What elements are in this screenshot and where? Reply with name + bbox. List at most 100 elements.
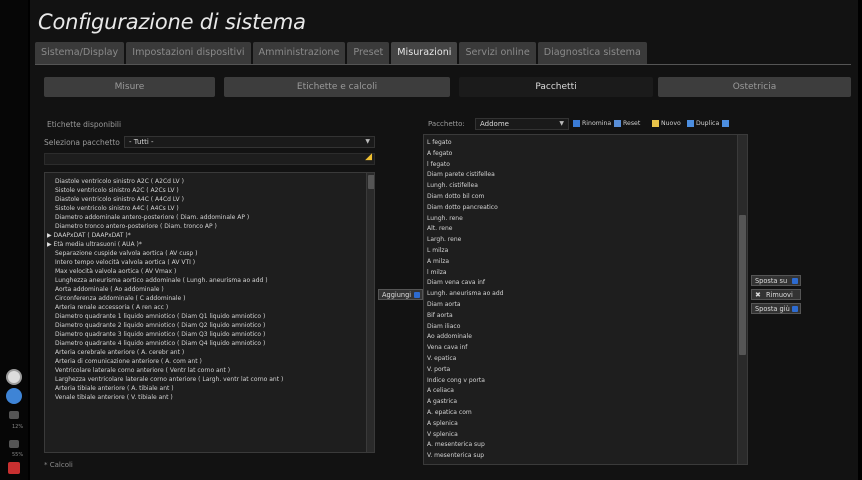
tab-amministrazione[interactable]: Amministrazione <box>252 42 346 64</box>
subtab-misure[interactable]: Misure <box>44 77 215 97</box>
list-item[interactable]: Bif aorta <box>427 311 453 320</box>
list-item[interactable]: Diametro tronco antero-posteriore ( Diam… <box>55 222 217 231</box>
list-item[interactable]: Max velocità valvola aortica ( AV Vmax ) <box>55 267 176 276</box>
list-item[interactable]: Arteria renale accessoria ( A ren acc ) <box>55 303 168 312</box>
list-item[interactable]: Diametro addominale antero-posteriore ( … <box>55 213 249 222</box>
page-title: Configurazione di sistema <box>38 10 306 34</box>
copy-icon <box>722 119 730 127</box>
tab-impostazioni-dispositivi[interactable]: Impostazioni dispositivi <box>126 42 251 64</box>
list-item[interactable]: V. epatica <box>427 354 456 363</box>
list-item[interactable]: Vena cava inf <box>427 343 467 352</box>
right-scroll-thumb[interactable] <box>739 215 746 355</box>
add-button-label: Aggiungi <box>382 291 412 299</box>
list-item[interactable]: Diam dotto pancreatico <box>427 203 498 212</box>
help-icon[interactable] <box>6 388 22 404</box>
list-item[interactable]: Separazione cuspide valvola aortica ( AV… <box>55 249 197 258</box>
available-labels-list[interactable]: Diastole ventricolo sinistro A2C ( A2Cd … <box>44 172 375 453</box>
list-item[interactable]: Diam aorta <box>427 300 461 309</box>
package-select[interactable]: Addome ▼ <box>475 118 569 130</box>
list-item[interactable]: Arteria tibiale anteriore ( A. tibiale a… <box>55 384 174 393</box>
list-item[interactable]: Diametro quadrante 4 liquido amniotico (… <box>55 339 265 348</box>
list-item[interactable]: Diametro quadrante 2 liquido amniotico (… <box>55 321 265 330</box>
subtab-etichette-calcoli[interactable]: Etichette e calcoli <box>224 77 450 97</box>
tab-preset[interactable]: Preset <box>347 42 390 64</box>
list-item[interactable]: A gastrica <box>427 397 457 406</box>
list-item[interactable]: V. porta <box>427 365 450 374</box>
list-item[interactable]: Diastole ventricolo sinistro A2C ( A2Cd … <box>55 177 184 186</box>
list-item[interactable]: V. mesenterica sup <box>427 451 484 460</box>
close-icon: ✖ <box>755 291 761 299</box>
list-item[interactable]: Diastole ventricolo sinistro A4C ( A4Cd … <box>55 195 184 204</box>
list-item[interactable]: Aorta addominale ( Ao addominale ) <box>55 285 164 294</box>
list-item[interactable]: Diam iliaco <box>427 322 460 331</box>
list-item[interactable]: Indice cong v porta <box>427 376 485 385</box>
search-input[interactable]: ◢ <box>44 152 375 165</box>
list-item[interactable]: ▶ Età media ultrasuoni ( AUA )* <box>47 240 142 249</box>
list-item[interactable]: Lunghezza aneurisma aortico addominale (… <box>55 276 268 285</box>
list-item-label: Larghezza ventricolare laterale corno an… <box>55 376 284 383</box>
add-button[interactable]: Aggiungi <box>378 289 423 300</box>
list-item[interactable]: Arteria cerebrale anteriore ( A. cerebr … <box>55 348 184 357</box>
list-item[interactable]: Diam parete cistifellea <box>427 170 495 179</box>
remove-button[interactable]: ✖ Rimuovi <box>751 289 801 300</box>
list-item[interactable]: A milza <box>427 257 449 266</box>
list-item[interactable]: Lungh. aneurisma ao add <box>427 289 503 298</box>
list-item[interactable]: A splenica <box>427 419 458 428</box>
new-button[interactable]: Nuovo <box>652 119 681 129</box>
list-item-label: Diametro quadrante 4 liquido amniotico (… <box>55 340 266 347</box>
duplicate-button[interactable]: Duplica <box>687 119 731 129</box>
list-item-label: Arteria di comunicazione anteriore ( A. … <box>55 358 202 365</box>
move-up-button[interactable]: Sposta su <box>751 275 801 286</box>
list-item[interactable]: Larghezza ventricolare laterale corno an… <box>55 375 283 384</box>
reset-icon <box>614 119 621 127</box>
list-item-label: Arteria cerebrale anteriore ( A. cerebr … <box>55 349 185 356</box>
list-item[interactable]: l milza <box>427 268 447 277</box>
move-down-button[interactable]: Sposta giù <box>751 303 801 314</box>
list-item-label: Arteria tibiale anteriore ( A. tibiale a… <box>55 385 174 392</box>
list-item[interactable]: L milza <box>427 246 448 255</box>
subtab-pacchetti[interactable]: Pacchetti <box>459 77 653 97</box>
list-item-label: Separazione cuspide valvola aortica ( AV… <box>55 250 198 257</box>
list-item[interactable]: Largh. rene <box>427 235 461 244</box>
list-item[interactable]: Venale tibiale anteriore ( V. tibiale an… <box>55 393 173 402</box>
close-icon[interactable] <box>6 369 22 385</box>
calc-footnote: * Calcoli <box>44 461 73 469</box>
list-item[interactable]: Sistole ventricolo sinistro A2C ( A2Cs L… <box>55 186 179 195</box>
list-item[interactable]: l fegato <box>427 160 450 169</box>
package-labels-list[interactable]: L fegato A fegato l fegato Diam parete cist… <box>423 134 748 465</box>
left-scroll-thumb[interactable] <box>368 175 374 189</box>
tab-misurazioni[interactable]: Misurazioni <box>391 42 458 64</box>
list-item[interactable]: L fegato <box>427 138 452 147</box>
subtab-ostetricia[interactable]: Ostetricia <box>658 77 851 97</box>
list-item[interactable]: A. mesenterica sup <box>427 440 485 449</box>
list-item[interactable]: Lungh. cistifellea <box>427 181 478 190</box>
list-item[interactable]: Lungh. rene <box>427 214 463 223</box>
list-item[interactable]: A celiaca <box>427 386 454 395</box>
list-item[interactable]: Intero tempo velocità valvola aortica ( … <box>55 258 195 267</box>
package-select-value: Addome <box>480 120 509 128</box>
list-item[interactable]: Diametro quadrante 1 liquido amniotico (… <box>55 312 265 321</box>
tab-servizi-online[interactable]: Servizi online <box>459 42 536 64</box>
list-item[interactable]: ▶ DAAPxDAT ( DAAPxDAT )* <box>47 231 131 240</box>
tab-sistema-display[interactable]: Sistema/Display <box>35 42 125 64</box>
list-item[interactable]: Alt. rene <box>427 224 452 233</box>
rename-button[interactable]: Rinomina <box>573 119 611 129</box>
list-item[interactable]: V splenica <box>427 430 458 439</box>
left-scrollbar[interactable] <box>366 173 374 452</box>
list-item[interactable]: A fegato <box>427 149 452 158</box>
list-item[interactable]: Arteria di comunicazione anteriore ( A. … <box>55 357 202 366</box>
package-filter-select[interactable]: - Tutti - ▼ <box>124 136 375 148</box>
list-item[interactable]: Ventricolare laterale corno anteriore ( … <box>55 366 230 375</box>
right-scrollbar[interactable] <box>737 135 747 464</box>
list-item[interactable]: Ao addominale <box>427 332 472 341</box>
list-item[interactable]: Diam dotto bil com <box>427 192 484 201</box>
reset-button[interactable]: Reset <box>614 119 640 129</box>
list-item-label: Arteria renale accessoria ( A ren acc ) <box>55 304 169 311</box>
list-item[interactable]: Sistole ventricolo sinistro A4C ( A4Cs L… <box>55 204 179 213</box>
user-icon[interactable] <box>8 462 20 474</box>
list-item[interactable]: Diametro quadrante 3 liquido amniotico (… <box>55 330 265 339</box>
tab-diagnostica-sistema[interactable]: Diagnostica sistema <box>537 42 647 64</box>
list-item[interactable]: Diam vena cava inf <box>427 278 485 287</box>
list-item[interactable]: A. epatica com <box>427 408 472 417</box>
list-item[interactable]: Circonferenza addominale ( C addominale … <box>55 294 185 303</box>
